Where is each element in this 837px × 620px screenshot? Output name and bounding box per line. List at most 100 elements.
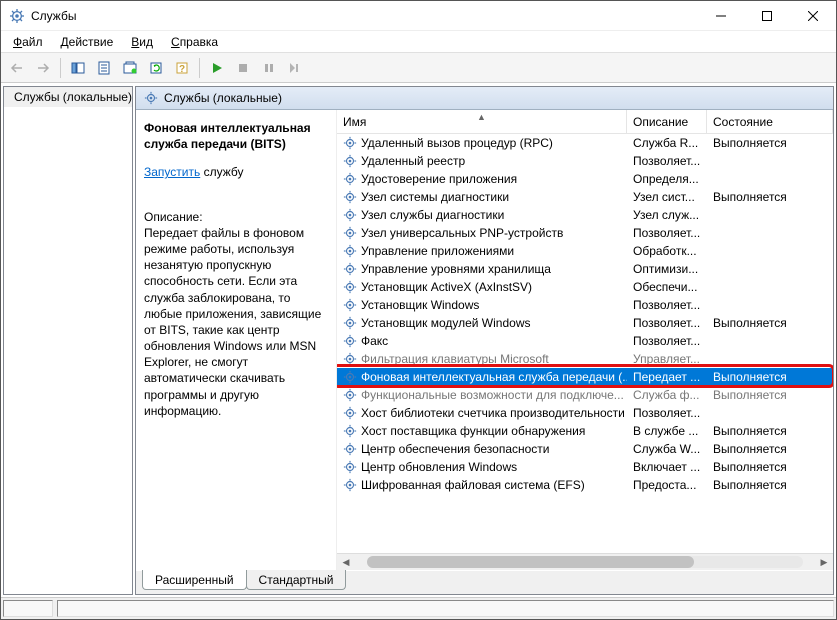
column-description[interactable]: Описание [627, 110, 707, 133]
stop-service-button[interactable] [231, 56, 255, 80]
service-row[interactable]: Удаленный реестрПозволяет... [337, 152, 833, 170]
service-row[interactable]: Центр обеспечения безопасности Служба W..… [337, 440, 833, 458]
start-service-button[interactable] [205, 56, 229, 80]
list-rows[interactable]: Удаленный вызов процедур (RPC)Служба R..… [337, 134, 833, 553]
right-header-label: Службы (локальные) [164, 91, 282, 105]
service-row[interactable]: Функциональные возможности для подключе.… [337, 386, 833, 404]
tree-item-label: Службы (локальные) [14, 90, 132, 104]
back-button[interactable] [5, 56, 29, 80]
service-row[interactable]: Узел службы диагностикиУзел служ... [337, 206, 833, 224]
service-name: Хост библиотеки счетчика производительно… [361, 406, 625, 420]
gear-icon [343, 334, 357, 348]
service-name: Удаленный вызов процедур (RPC) [361, 136, 553, 150]
menu-file[interactable]: Файл [5, 33, 51, 51]
service-row[interactable]: Фоновая интеллектуальная служба передачи… [337, 368, 833, 386]
service-description: Включает ... [627, 460, 707, 474]
service-row[interactable]: Управление приложениями Обработк... [337, 242, 833, 260]
scroll-left-icon[interactable]: ◀ [339, 557, 353, 568]
menu-help[interactable]: Справка [163, 33, 226, 51]
service-row[interactable]: Узел универсальных PNP-устройствПозволяе… [337, 224, 833, 242]
service-description: Позволяет... [627, 316, 707, 330]
tab-standard[interactable]: Стандартный [246, 570, 347, 590]
service-name: Шифрованная файловая система (EFS) [361, 478, 585, 492]
scroll-right-icon[interactable]: ▶ [817, 557, 831, 568]
service-row[interactable]: Удостоверение приложенияОпределя... [337, 170, 833, 188]
service-row[interactable]: Хост поставщика функции обнаруженияВ слу… [337, 422, 833, 440]
service-row[interactable]: Установщик модулей WindowsПозволяет...Вы… [337, 314, 833, 332]
scrollbar-track[interactable] [367, 556, 803, 568]
service-row[interactable]: Шифрованная файловая система (EFS) Предос… [337, 476, 833, 494]
service-state: Выполняется [707, 424, 833, 438]
service-name: Функциональные возможности для подключе.… [361, 388, 624, 402]
service-state: Выполняется [707, 370, 833, 384]
service-row[interactable]: Установщик WindowsПозволяет... [337, 296, 833, 314]
service-name: Узел службы диагностики [361, 208, 504, 222]
help-button[interactable]: ? [170, 56, 194, 80]
service-description: Обработк... [627, 244, 707, 258]
service-description: Служба W... [627, 442, 707, 456]
pause-service-button[interactable] [257, 56, 281, 80]
gear-icon [343, 262, 357, 276]
start-service-link[interactable]: Запустить [144, 165, 200, 179]
column-name[interactable]: Имя ▲ [337, 110, 627, 133]
gear-icon [343, 154, 357, 168]
properties-button[interactable] [92, 56, 116, 80]
service-row[interactable]: Управление уровнями хранилищаОптимизи... [337, 260, 833, 278]
service-name: Установщик ActiveX (AxInstSV) [361, 280, 532, 294]
show-hide-tree-button[interactable] [66, 56, 90, 80]
selected-service-title: Фоновая интеллектуальная служба передачи… [144, 120, 328, 152]
gear-icon [343, 370, 357, 384]
tree-item-services-local[interactable]: Службы (локальные) [4, 87, 132, 107]
service-row[interactable]: Фильтрация клавиатуры MicrosoftУправляет… [337, 350, 833, 368]
description-label: Описание: [144, 209, 328, 225]
main-area: Службы (локальные) Службы (локальные) Фо… [1, 83, 836, 597]
forward-button[interactable] [31, 56, 55, 80]
gear-icon [343, 208, 357, 222]
service-description: Обеспечи... [627, 280, 707, 294]
right-pane: Службы (локальные) Фоновая интеллектуаль… [135, 86, 834, 595]
toolbar-separator [199, 58, 200, 78]
gear-icon [343, 424, 357, 438]
scrollbar-thumb[interactable] [367, 556, 694, 568]
service-row[interactable]: Удаленный вызов процедур (RPC)Служба R..… [337, 134, 833, 152]
app-icon [9, 8, 25, 24]
gear-icon [343, 280, 357, 294]
service-state: Выполняется [707, 442, 833, 456]
menu-action[interactable]: Действие [53, 33, 122, 51]
restart-service-button[interactable] [283, 56, 307, 80]
gear-icon [343, 316, 357, 330]
horizontal-scrollbar[interactable]: ◀ ▶ [337, 553, 833, 570]
column-state[interactable]: Состояние [707, 110, 833, 133]
service-name: Узел системы диагностики [361, 190, 509, 204]
maximize-button[interactable] [744, 1, 790, 31]
svg-text:?: ? [179, 64, 185, 75]
service-name: Удаленный реестр [361, 154, 465, 168]
menubar: Файл Действие Вид Справка [1, 31, 836, 53]
toolbar-separator [60, 58, 61, 78]
service-description: Предоста... [627, 478, 707, 492]
service-name: Хост поставщика функции обнаружения [361, 424, 585, 438]
service-row[interactable]: Хост библиотеки счетчика производительно… [337, 404, 833, 422]
start-service-suffix: службу [200, 165, 243, 179]
service-description: Позволяет... [627, 226, 707, 240]
service-description: Оптимизи... [627, 262, 707, 276]
gear-icon [343, 442, 357, 456]
service-state: Выполняется [707, 460, 833, 474]
export-button[interactable] [118, 56, 142, 80]
service-list: Имя ▲ Описание Состояние Удаленный вызов… [336, 110, 833, 570]
service-row[interactable]: Узел системы диагностикиУзел сист...Выпо… [337, 188, 833, 206]
minimize-button[interactable] [698, 1, 744, 31]
service-name: Удостоверение приложения [361, 172, 517, 186]
gear-icon [343, 388, 357, 402]
tab-extended[interactable]: Расширенный [142, 570, 247, 590]
refresh-button[interactable] [144, 56, 168, 80]
service-row[interactable]: ФаксПозволяет... [337, 332, 833, 350]
tree-pane[interactable]: Службы (локальные) [3, 86, 133, 595]
gear-icon [144, 91, 158, 105]
service-row[interactable]: Центр обновления WindowsВключает ...Выпо… [337, 458, 833, 476]
service-name: Управление приложениями [361, 244, 514, 258]
service-row[interactable]: Установщик ActiveX (AxInstSV) Обеспечи... [337, 278, 833, 296]
service-name: Центр обеспечения безопасности [361, 442, 550, 456]
close-button[interactable] [790, 1, 836, 31]
menu-view[interactable]: Вид [123, 33, 161, 51]
